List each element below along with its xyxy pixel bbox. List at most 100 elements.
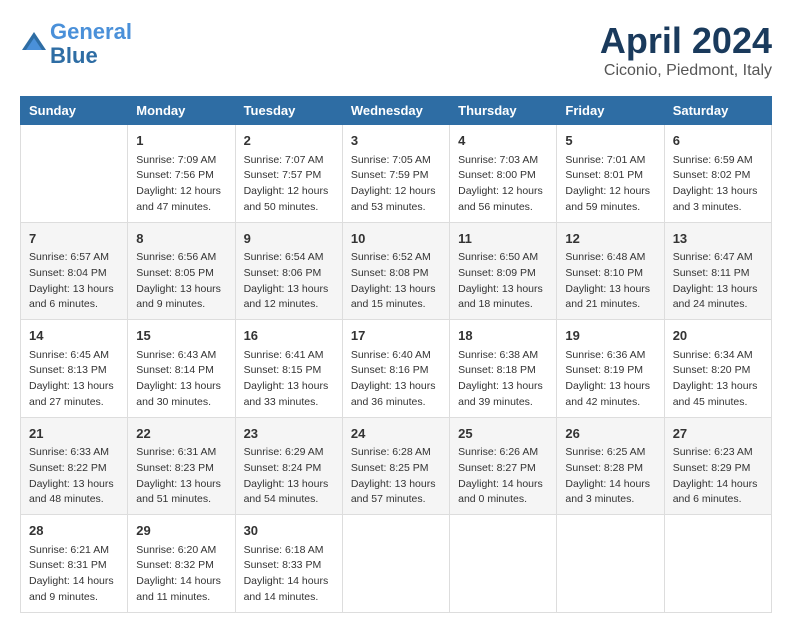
day-info: Sunrise: 7:07 AMSunset: 7:57 PMDaylight:…	[244, 153, 334, 216]
calendar-day-header: Wednesday	[342, 97, 449, 125]
calendar-cell: 8Sunrise: 6:56 AMSunset: 8:05 PMDaylight…	[128, 222, 235, 320]
day-info: Sunrise: 6:29 AMSunset: 8:24 PMDaylight:…	[244, 445, 334, 508]
day-number: 24	[351, 424, 441, 444]
calendar-day-header: Thursday	[450, 97, 557, 125]
calendar-cell: 29Sunrise: 6:20 AMSunset: 8:32 PMDayligh…	[128, 515, 235, 613]
calendar-cell: 26Sunrise: 6:25 AMSunset: 8:28 PMDayligh…	[557, 417, 664, 515]
day-number: 15	[136, 326, 226, 346]
day-info: Sunrise: 6:21 AMSunset: 8:31 PMDaylight:…	[29, 543, 119, 606]
calendar-cell	[450, 515, 557, 613]
day-number: 6	[673, 131, 763, 151]
day-info: Sunrise: 6:33 AMSunset: 8:22 PMDaylight:…	[29, 445, 119, 508]
calendar-cell	[664, 515, 771, 613]
calendar-cell: 21Sunrise: 6:33 AMSunset: 8:22 PMDayligh…	[21, 417, 128, 515]
day-number: 5	[565, 131, 655, 151]
day-info: Sunrise: 6:59 AMSunset: 8:02 PMDaylight:…	[673, 153, 763, 216]
day-number: 12	[565, 229, 655, 249]
day-number: 23	[244, 424, 334, 444]
day-info: Sunrise: 7:03 AMSunset: 8:00 PMDaylight:…	[458, 153, 548, 216]
logo-text: General Blue	[50, 20, 132, 68]
day-number: 14	[29, 326, 119, 346]
day-number: 25	[458, 424, 548, 444]
day-info: Sunrise: 6:48 AMSunset: 8:10 PMDaylight:…	[565, 250, 655, 313]
calendar-day-header: Tuesday	[235, 97, 342, 125]
day-info: Sunrise: 6:56 AMSunset: 8:05 PMDaylight:…	[136, 250, 226, 313]
day-info: Sunrise: 6:25 AMSunset: 8:28 PMDaylight:…	[565, 445, 655, 508]
day-number: 11	[458, 229, 548, 249]
day-info: Sunrise: 6:20 AMSunset: 8:32 PMDaylight:…	[136, 543, 226, 606]
calendar-cell: 18Sunrise: 6:38 AMSunset: 8:18 PMDayligh…	[450, 320, 557, 418]
calendar-cell: 22Sunrise: 6:31 AMSunset: 8:23 PMDayligh…	[128, 417, 235, 515]
calendar-day-header: Monday	[128, 97, 235, 125]
day-number: 21	[29, 424, 119, 444]
calendar-week-row: 21Sunrise: 6:33 AMSunset: 8:22 PMDayligh…	[21, 417, 772, 515]
calendar-cell: 17Sunrise: 6:40 AMSunset: 8:16 PMDayligh…	[342, 320, 449, 418]
calendar-cell: 6Sunrise: 6:59 AMSunset: 8:02 PMDaylight…	[664, 125, 771, 223]
calendar-cell: 11Sunrise: 6:50 AMSunset: 8:09 PMDayligh…	[450, 222, 557, 320]
main-title: April 2024	[600, 20, 772, 62]
day-info: Sunrise: 6:18 AMSunset: 8:33 PMDaylight:…	[244, 543, 334, 606]
calendar-cell: 20Sunrise: 6:34 AMSunset: 8:20 PMDayligh…	[664, 320, 771, 418]
day-number: 2	[244, 131, 334, 151]
day-number: 13	[673, 229, 763, 249]
calendar-week-row: 14Sunrise: 6:45 AMSunset: 8:13 PMDayligh…	[21, 320, 772, 418]
logo-icon	[20, 30, 48, 58]
calendar-cell: 3Sunrise: 7:05 AMSunset: 7:59 PMDaylight…	[342, 125, 449, 223]
calendar-cell: 4Sunrise: 7:03 AMSunset: 8:00 PMDaylight…	[450, 125, 557, 223]
day-info: Sunrise: 6:40 AMSunset: 8:16 PMDaylight:…	[351, 348, 441, 411]
day-info: Sunrise: 6:54 AMSunset: 8:06 PMDaylight:…	[244, 250, 334, 313]
day-info: Sunrise: 6:28 AMSunset: 8:25 PMDaylight:…	[351, 445, 441, 508]
day-number: 20	[673, 326, 763, 346]
day-number: 8	[136, 229, 226, 249]
calendar-cell: 1Sunrise: 7:09 AMSunset: 7:56 PMDaylight…	[128, 125, 235, 223]
day-number: 9	[244, 229, 334, 249]
day-number: 19	[565, 326, 655, 346]
calendar-cell: 19Sunrise: 6:36 AMSunset: 8:19 PMDayligh…	[557, 320, 664, 418]
calendar-cell: 15Sunrise: 6:43 AMSunset: 8:14 PMDayligh…	[128, 320, 235, 418]
day-number: 7	[29, 229, 119, 249]
day-info: Sunrise: 6:34 AMSunset: 8:20 PMDaylight:…	[673, 348, 763, 411]
calendar-cell: 2Sunrise: 7:07 AMSunset: 7:57 PMDaylight…	[235, 125, 342, 223]
day-number: 4	[458, 131, 548, 151]
calendar-cell: 14Sunrise: 6:45 AMSunset: 8:13 PMDayligh…	[21, 320, 128, 418]
calendar-cell: 30Sunrise: 6:18 AMSunset: 8:33 PMDayligh…	[235, 515, 342, 613]
calendar-day-header: Friday	[557, 97, 664, 125]
day-info: Sunrise: 6:41 AMSunset: 8:15 PMDaylight:…	[244, 348, 334, 411]
day-info: Sunrise: 6:31 AMSunset: 8:23 PMDaylight:…	[136, 445, 226, 508]
day-number: 3	[351, 131, 441, 151]
day-info: Sunrise: 6:38 AMSunset: 8:18 PMDaylight:…	[458, 348, 548, 411]
day-number: 28	[29, 521, 119, 541]
day-info: Sunrise: 7:09 AMSunset: 7:56 PMDaylight:…	[136, 153, 226, 216]
calendar-cell: 5Sunrise: 7:01 AMSunset: 8:01 PMDaylight…	[557, 125, 664, 223]
calendar-cell: 16Sunrise: 6:41 AMSunset: 8:15 PMDayligh…	[235, 320, 342, 418]
day-info: Sunrise: 6:52 AMSunset: 8:08 PMDaylight:…	[351, 250, 441, 313]
calendar-cell: 25Sunrise: 6:26 AMSunset: 8:27 PMDayligh…	[450, 417, 557, 515]
calendar-cell: 28Sunrise: 6:21 AMSunset: 8:31 PMDayligh…	[21, 515, 128, 613]
day-number: 17	[351, 326, 441, 346]
calendar-cell: 13Sunrise: 6:47 AMSunset: 8:11 PMDayligh…	[664, 222, 771, 320]
day-info: Sunrise: 6:45 AMSunset: 8:13 PMDaylight:…	[29, 348, 119, 411]
calendar-header-row: SundayMondayTuesdayWednesdayThursdayFrid…	[21, 97, 772, 125]
calendar-table: SundayMondayTuesdayWednesdayThursdayFrid…	[20, 96, 772, 613]
calendar-week-row: 28Sunrise: 6:21 AMSunset: 8:31 PMDayligh…	[21, 515, 772, 613]
calendar-week-row: 1Sunrise: 7:09 AMSunset: 7:56 PMDaylight…	[21, 125, 772, 223]
day-info: Sunrise: 6:36 AMSunset: 8:19 PMDaylight:…	[565, 348, 655, 411]
calendar-day-header: Sunday	[21, 97, 128, 125]
day-number: 18	[458, 326, 548, 346]
day-number: 1	[136, 131, 226, 151]
page-header: General Blue April 2024 Ciconio, Piedmon…	[20, 20, 772, 80]
calendar-cell	[342, 515, 449, 613]
title-block: April 2024 Ciconio, Piedmont, Italy	[600, 20, 772, 80]
day-number: 10	[351, 229, 441, 249]
day-info: Sunrise: 6:47 AMSunset: 8:11 PMDaylight:…	[673, 250, 763, 313]
day-info: Sunrise: 6:43 AMSunset: 8:14 PMDaylight:…	[136, 348, 226, 411]
calendar-cell: 27Sunrise: 6:23 AMSunset: 8:29 PMDayligh…	[664, 417, 771, 515]
day-info: Sunrise: 6:57 AMSunset: 8:04 PMDaylight:…	[29, 250, 119, 313]
day-info: Sunrise: 6:26 AMSunset: 8:27 PMDaylight:…	[458, 445, 548, 508]
calendar-cell: 23Sunrise: 6:29 AMSunset: 8:24 PMDayligh…	[235, 417, 342, 515]
calendar-cell: 24Sunrise: 6:28 AMSunset: 8:25 PMDayligh…	[342, 417, 449, 515]
calendar-day-header: Saturday	[664, 97, 771, 125]
day-number: 30	[244, 521, 334, 541]
subtitle: Ciconio, Piedmont, Italy	[600, 62, 772, 80]
logo: General Blue	[20, 20, 132, 68]
